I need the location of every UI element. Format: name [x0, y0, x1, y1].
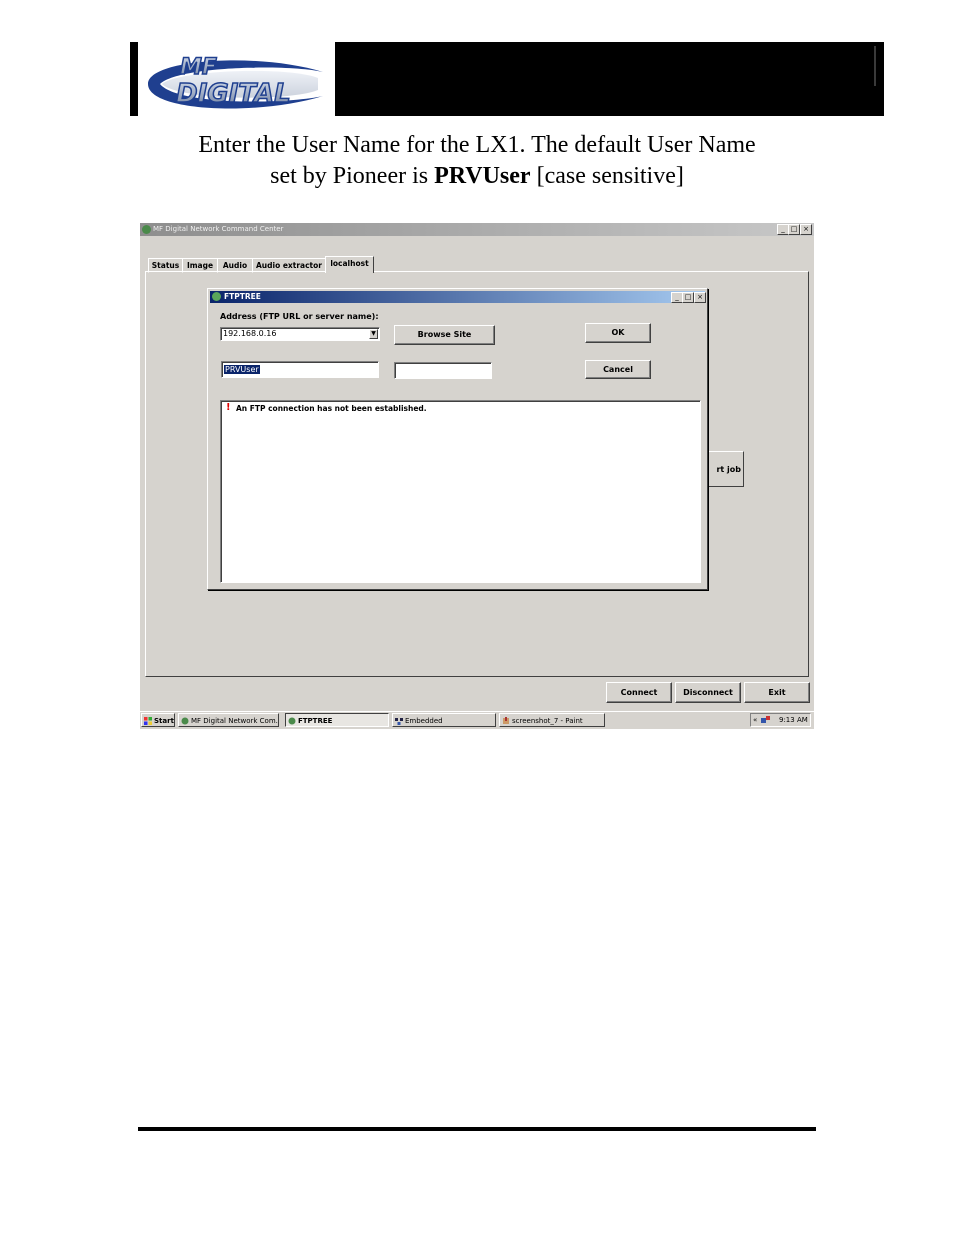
caption-default-username: PRVUser [434, 163, 531, 189]
globe-icon [181, 717, 189, 725]
cancel-button[interactable]: Cancel [585, 360, 651, 379]
browse-site-button[interactable]: Browse Site [394, 325, 495, 345]
connect-button[interactable]: Connect [606, 682, 672, 703]
globe-icon [288, 717, 296, 725]
taskbar-item-label: screenshot_7 - Paint [512, 717, 583, 725]
header-black-band [335, 42, 884, 116]
dialog-title-bar: FTPTREE _ □ × [210, 291, 706, 303]
tab-localhost[interactable]: localhost [325, 256, 374, 273]
taskbar-item-label: FTPTREE [298, 717, 333, 725]
taskbar-item-label: Embedded [405, 717, 443, 725]
address-value: 192.168.0.16 [223, 329, 277, 338]
username-value: PRVUser [224, 365, 260, 374]
svg-text:DIGITAL: DIGITAL [176, 79, 291, 109]
taskbar-item-ftptree[interactable]: FTPTREE [285, 713, 389, 727]
restore-button[interactable]: □ [788, 224, 800, 235]
app-window: MF Digital Network Command Center _ □ × … [140, 223, 814, 729]
exit-button[interactable]: Exit [744, 682, 810, 703]
taskbar: Start MF Digital Network Com... FTPTREE … [140, 711, 814, 729]
warning-icon: ! [226, 402, 231, 413]
tray-expand-arrows[interactable]: « [753, 714, 757, 726]
header-left-bar [130, 42, 138, 116]
footer-rule [138, 1127, 816, 1131]
password-input[interactable] [394, 362, 492, 379]
app-globe-icon [142, 225, 151, 234]
address-combobox[interactable]: 192.168.0.16 ▼ [220, 327, 380, 341]
app-title-bar: MF Digital Network Command Center _ □ × [140, 223, 814, 236]
start-job-button[interactable]: rt job [706, 451, 744, 487]
start-label: Start [154, 717, 174, 725]
ok-button[interactable]: OK [585, 323, 651, 343]
svg-text:MF: MF [180, 55, 217, 80]
paint-icon [503, 717, 509, 724]
address-label: Address (FTP URL or server name): [220, 312, 379, 321]
windows-logo-icon [144, 717, 152, 725]
dialog-close-button[interactable]: × [694, 292, 706, 303]
ftptree-dialog: FTPTREE _ □ × Address (FTP URL or server… [207, 288, 708, 590]
taskbar-item-embedded[interactable]: Embedded [392, 713, 496, 727]
disconnect-button[interactable]: Disconnect [675, 682, 741, 703]
system-tray: « 9:13 AM [750, 713, 811, 727]
network-icon [395, 718, 403, 725]
caption-line-1: Enter the User Name for the LX1. The def… [198, 132, 756, 158]
taskbar-item-command-center[interactable]: MF Digital Network Com... [178, 713, 279, 727]
network-tray-icon[interactable] [761, 716, 771, 725]
clock: 9:13 AM [779, 716, 808, 724]
caption-line-2-pre: set by Pioneer is [270, 163, 435, 189]
taskbar-item-paint[interactable]: screenshot_7 - Paint [499, 713, 605, 727]
app-title: MF Digital Network Command Center [153, 225, 284, 233]
header-tick [874, 46, 876, 86]
mf-digital-logo: MF DIGITAL [138, 44, 334, 114]
start-button[interactable]: Start [141, 713, 175, 727]
dialog-maximize-button[interactable]: □ [682, 292, 694, 303]
close-button[interactable]: × [800, 224, 812, 235]
status-message: An FTP connection has not been establish… [236, 404, 427, 413]
caption-line-2-post: [case sensitive] [530, 163, 684, 189]
instruction-caption: Enter the User Name for the LX1. The def… [120, 130, 834, 192]
chevron-down-icon[interactable]: ▼ [369, 329, 378, 339]
dialog-globe-icon [212, 292, 221, 301]
status-message-box: ! An FTP connection has not been establi… [220, 400, 701, 583]
taskbar-item-label: MF Digital Network Com... [191, 717, 279, 725]
dialog-title: FTPTREE [224, 292, 261, 301]
username-input[interactable]: PRVUser [221, 361, 379, 378]
